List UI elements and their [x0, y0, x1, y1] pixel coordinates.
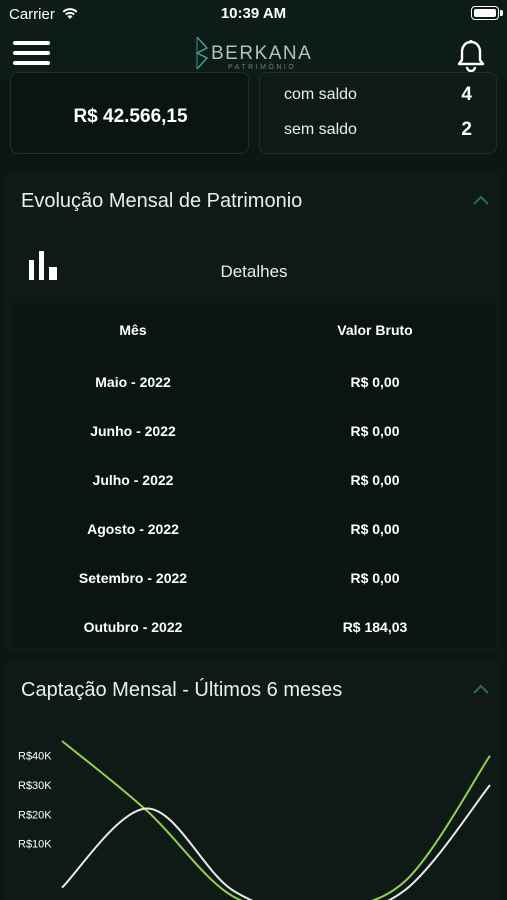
details-label: Detalhes	[220, 262, 288, 281]
table-cell-month: Outubro - 2022	[83, 619, 183, 635]
evolution-table: Mês Valor Bruto Maio - 2022 R$ 0,00 Junh…	[12, 303, 496, 648]
with-balance-count: 4	[461, 84, 472, 105]
table-cell-value: R$ 0,00	[350, 521, 400, 537]
with-balance-row: com saldo 4	[284, 84, 472, 110]
table-cell-value: R$ 0,00	[350, 374, 400, 390]
clock: 10:39 AM	[220, 5, 287, 22]
total-value: R$ 42.566,15	[73, 106, 188, 127]
without-balance-label: sem saldo	[284, 121, 357, 138]
table-cell-month: Julho - 2022	[92, 472, 174, 488]
total-patrimony-card: R$ 42.566,15	[10, 72, 249, 154]
column-header-month: Mês	[119, 322, 147, 338]
table-cell-month: Agosto - 2022	[87, 521, 179, 537]
table-cell-value: R$ 0,00	[350, 423, 400, 439]
accounts-count-card: com saldo 4 sem saldo 2	[259, 72, 497, 154]
captacao-title: Captação Mensal - Últimos 6 meses	[21, 679, 343, 701]
table-cell-value: R$ 0,00	[350, 472, 400, 488]
series-line-white	[61, 784, 491, 900]
captacao-line-chart: R$40K R$30K R$20K R$10K	[18, 740, 491, 900]
without-balance-count: 2	[461, 119, 472, 140]
table-cell-month: Setembro - 2022	[78, 570, 188, 586]
series-line-green	[61, 740, 491, 900]
table-cell-month: Maio - 2022	[95, 374, 171, 390]
table-cell-month: Junho - 2022	[90, 423, 176, 439]
y-tick-label: R$10K	[18, 839, 52, 851]
table-cell-value: R$ 184,03	[342, 619, 408, 635]
notification-bell-icon[interactable]	[456, 39, 486, 72]
collapse-chevron-icon[interactable]	[472, 194, 490, 206]
hamburger-menu-icon[interactable]	[13, 41, 50, 68]
table-cell-value: R$ 0,00	[350, 570, 400, 586]
without-balance-row: sem saldo 2	[284, 119, 472, 145]
evolution-section: Evolução Mensal de Patrimonio Detalhes M…	[6, 172, 502, 651]
captacao-section: Captação Mensal - Últimos 6 meses R$40K R…	[6, 661, 502, 900]
status-bar: Carrier 10:39 AM	[0, 0, 507, 28]
y-tick-label: R$20K	[18, 809, 52, 821]
battery-icon	[471, 6, 503, 20]
column-header-gross-value: Valor Bruto	[337, 322, 413, 338]
collapse-chevron-icon[interactable]	[472, 683, 490, 695]
with-balance-label: com saldo	[284, 86, 357, 103]
evolution-title: Evolução Mensal de Patrimonio	[21, 190, 303, 212]
logo-subtitle: PATRIMÔNIO	[228, 64, 297, 71]
y-tick-label: R$30K	[18, 780, 52, 792]
berkana-logo: BERKANA PATRIMÔNIO	[195, 34, 315, 74]
y-tick-label: R$40K	[18, 751, 52, 763]
logo-mark-icon	[195, 36, 209, 70]
logo-name: BERKANA	[211, 43, 313, 64]
